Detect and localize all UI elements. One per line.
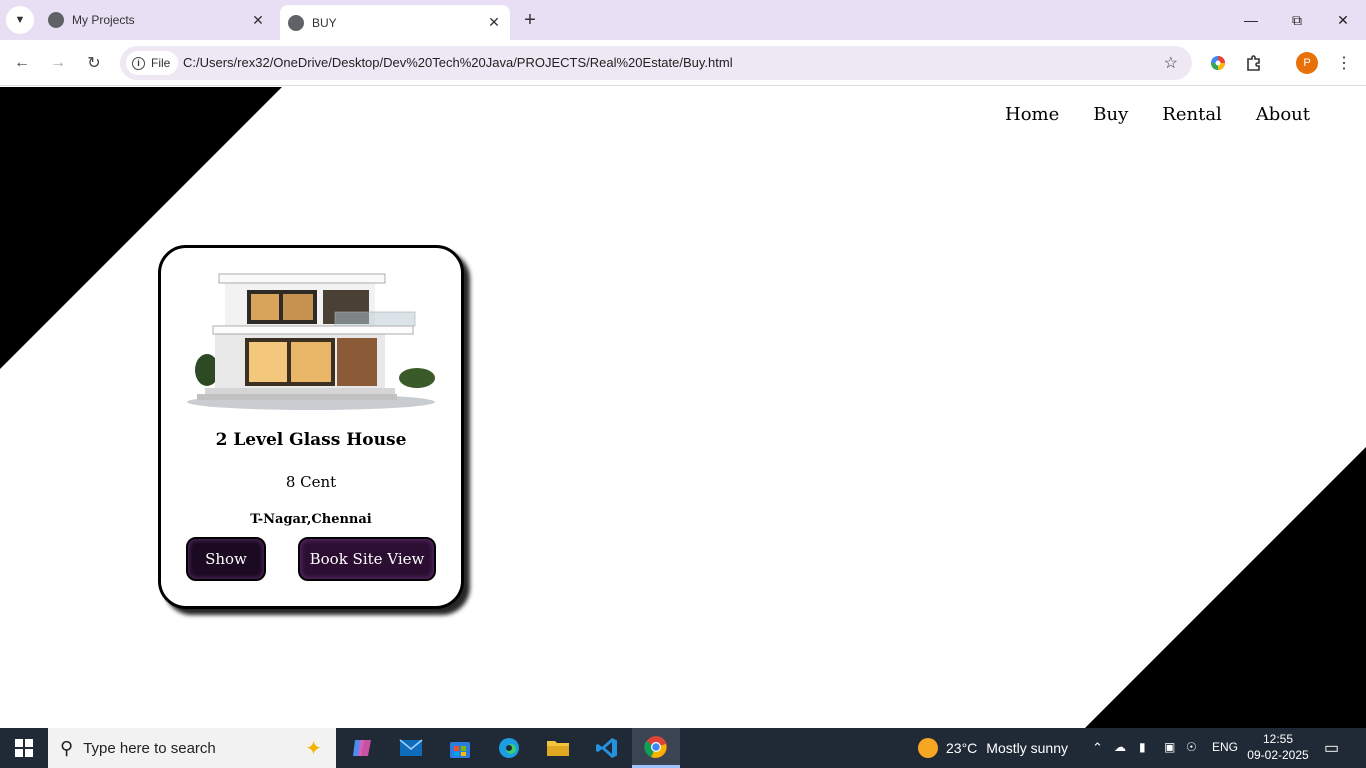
taskbar-search[interactable]: ⚲ Type here to search ✦ <box>48 728 336 768</box>
nav-about[interactable]: About <box>1256 104 1310 125</box>
weather-condition: Mostly sunny <box>986 740 1068 756</box>
onedrive-icon[interactable]: ☁ <box>1114 740 1126 754</box>
tab-title: BUY <box>312 15 337 30</box>
chrome-app-icon[interactable] <box>632 728 680 768</box>
search-icon: ⚲ <box>60 737 74 758</box>
network-globe-icon[interactable]: ☉ <box>1186 740 1197 754</box>
tab-search-button[interactable]: ▼ <box>6 6 34 34</box>
mail-app-icon[interactable] <box>387 728 435 768</box>
property-card: 2 Level Glass House 8 Cent T-Nagar,Chenn… <box>158 245 464 609</box>
reload-button[interactable]: ↻ <box>80 49 108 77</box>
property-area: 8 Cent <box>285 473 337 491</box>
house-image <box>187 273 435 410</box>
tab-strip: ▼ My Projects ✕ BUY ✕ + — ⧉ ✕ <box>0 0 1366 40</box>
clock[interactable]: 12:55 09-02-2025 <box>1240 731 1316 763</box>
close-tab-icon[interactable]: ✕ <box>248 10 268 30</box>
edge-app-icon[interactable] <box>485 728 533 768</box>
property-title: 2 Level Glass House <box>215 430 407 450</box>
profile-avatar[interactable]: P <box>1295 51 1319 75</box>
tab-my-projects[interactable]: My Projects ✕ <box>40 4 274 36</box>
main-nav: Home Buy Rental About <box>1005 104 1366 125</box>
notification-icon[interactable]: ▭ <box>1324 738 1339 758</box>
globe-icon <box>48 12 64 28</box>
weather-widget[interactable]: 23°C Mostly sunny <box>918 738 1068 758</box>
meet-camera-icon[interactable]: ▣ <box>1164 740 1175 754</box>
url-text[interactable]: C:/Users/rex32/OneDrive/Desktop/Dev%20Te… <box>183 55 733 70</box>
nav-buy[interactable]: Buy <box>1093 104 1128 125</box>
bookmark-star-icon[interactable]: ☆ <box>1164 53 1178 73</box>
book-site-view-button[interactable]: Book Site View <box>298 537 436 581</box>
back-button[interactable]: ← <box>8 49 36 77</box>
extensions-puzzle-icon[interactable] <box>1242 51 1266 75</box>
clock-time: 12:55 <box>1262 732 1294 746</box>
start-button[interactable] <box>0 728 48 768</box>
tab-buy[interactable]: BUY ✕ <box>280 5 510 40</box>
language-indicator[interactable]: ENG <box>1212 740 1238 754</box>
sparkle-icon: ✦ <box>305 737 322 760</box>
file-explorer-app-icon[interactable] <box>534 728 582 768</box>
nav-home[interactable]: Home <box>1005 104 1059 125</box>
info-icon: i <box>132 56 145 70</box>
browser-toolbar: ← → ↻ i File C:/Users/rex32/OneDrive/Des… <box>0 40 1366 86</box>
site-info-chip[interactable]: i File <box>126 51 179 75</box>
tab-title: My Projects <box>72 13 135 27</box>
close-tab-icon[interactable]: ✕ <box>484 13 504 33</box>
property-location: T-Nagar,Chennai <box>250 512 372 527</box>
menu-kebab-icon[interactable]: ⋮ <box>1332 51 1356 75</box>
restore-button[interactable]: ⧉ <box>1274 0 1320 40</box>
copilot-app-icon[interactable] <box>338 728 386 768</box>
bottom-right-triangle <box>1085 447 1366 728</box>
scheme-label: File <box>151 56 171 70</box>
windows-taskbar: ⚲ Type here to search ✦ 23°C Mostly sunn… <box>0 728 1366 768</box>
close-window-button[interactable]: ✕ <box>1320 0 1366 40</box>
weather-temp: 23°C <box>946 740 978 756</box>
clock-date: 09-02-2025 <box>1247 748 1309 762</box>
search-placeholder: Type here to search <box>83 739 216 757</box>
vscode-app-icon[interactable] <box>583 728 631 768</box>
new-tab-button[interactable]: + <box>516 8 544 32</box>
nav-rental[interactable]: Rental <box>1162 104 1222 125</box>
forward-button[interactable]: → <box>44 49 72 77</box>
profile-initial: P <box>1296 52 1318 74</box>
minimize-button[interactable]: — <box>1228 0 1274 40</box>
windows-logo-icon <box>15 739 33 757</box>
chevron-up-icon[interactable]: ⌃ <box>1092 740 1103 756</box>
page-content: Home Buy Rental About 2 Level Glass Hous… <box>0 87 1366 728</box>
color-extension-icon[interactable] <box>1206 51 1230 75</box>
battery-icon[interactable]: ▮ <box>1139 740 1146 754</box>
store-app-icon[interactable] <box>436 728 484 768</box>
show-button[interactable]: Show <box>186 537 266 581</box>
chevron-down-icon: ▼ <box>14 14 26 26</box>
sun-cloud-icon <box>918 738 938 758</box>
address-bar[interactable]: i File C:/Users/rex32/OneDrive/Desktop/D… <box>120 46 1192 80</box>
globe-icon <box>288 14 304 31</box>
